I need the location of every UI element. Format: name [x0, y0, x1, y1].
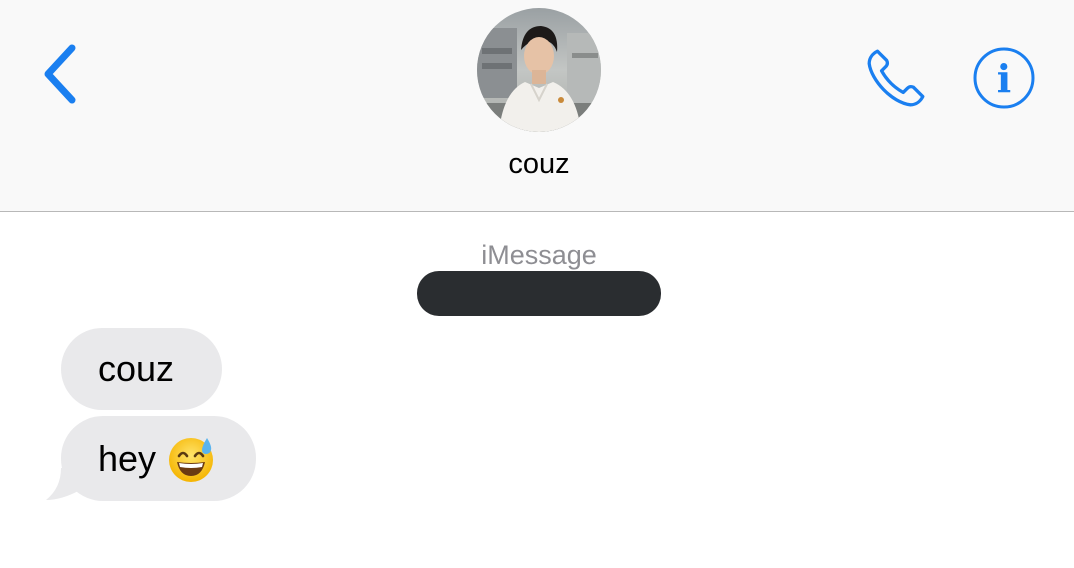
- message-text: hey: [98, 437, 157, 479]
- service-label: iMessage: [481, 240, 597, 270]
- chevron-left-icon: [44, 44, 76, 104]
- bubble-tail: [46, 468, 80, 500]
- contact-avatar[interactable]: [477, 8, 601, 132]
- info-button[interactable]: i: [968, 44, 1040, 112]
- contact-name[interactable]: couz: [437, 148, 641, 181]
- call-button[interactable]: [858, 42, 934, 114]
- message-bubble-incoming[interactable]: couz: [61, 328, 222, 410]
- messages-screen: couz i iMessage couz hey: [0, 0, 1074, 568]
- conversation-header: couz i: [0, 0, 1074, 212]
- info-icon: i: [973, 47, 1035, 109]
- svg-text:i: i: [997, 56, 1011, 101]
- grinning-face-with-sweat-icon: [166, 434, 216, 484]
- back-button[interactable]: [30, 38, 90, 110]
- message-text: couz: [98, 348, 175, 389]
- redacted-timestamp: [417, 271, 661, 316]
- message-bubble-incoming[interactable]: hey: [61, 416, 256, 501]
- phone-icon: [867, 49, 925, 107]
- avatar-photo: [477, 8, 601, 132]
